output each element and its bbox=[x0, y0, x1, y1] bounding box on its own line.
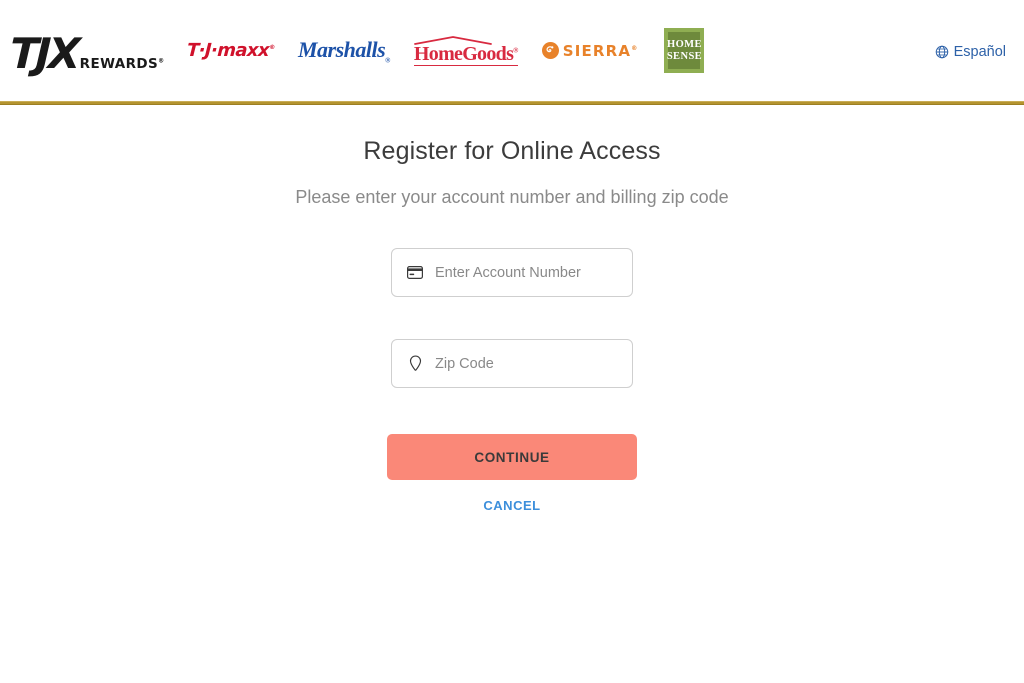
location-pin-glyph bbox=[409, 355, 421, 371]
homesense-wordmark: HOME SENSE bbox=[666, 32, 703, 69]
sierra-wordmark: SIERRA® bbox=[562, 41, 639, 60]
zip-code-field[interactable] bbox=[391, 339, 633, 388]
page-title: Register for Online Access bbox=[363, 137, 661, 165]
account-number-input[interactable] bbox=[435, 264, 618, 281]
tjx-rewards-wordmark: REWARDS® bbox=[79, 55, 165, 72]
tjx-logo-mark: TJX bbox=[9, 28, 79, 78]
marshalls-trademark: ® bbox=[385, 56, 390, 65]
language-toggle-espanol[interactable]: Español bbox=[935, 44, 1006, 60]
tjx-trademark: ® bbox=[158, 57, 165, 64]
marshalls-logo: Marshalls® bbox=[298, 37, 390, 64]
account-number-field[interactable] bbox=[391, 248, 633, 297]
sierra-bear-icon bbox=[541, 42, 559, 59]
credit-card-icon bbox=[406, 264, 424, 282]
sierra-bear-glyph bbox=[546, 45, 554, 52]
continue-button[interactable]: CONTINUE bbox=[387, 434, 637, 480]
zip-code-input[interactable] bbox=[435, 355, 618, 372]
page-subtitle: Please enter your account number and bil… bbox=[295, 187, 729, 207]
sierra-logo: SIERRA® bbox=[541, 41, 639, 60]
location-pin-icon bbox=[406, 355, 424, 373]
homegoods-wordmark: HomeGoods® bbox=[413, 43, 518, 66]
language-toggle-label: Español bbox=[953, 44, 1006, 60]
globe-icon bbox=[935, 45, 948, 59]
credit-card-glyph bbox=[407, 266, 423, 279]
tjx-rewards-logo: TJX REWARDS® bbox=[9, 28, 165, 78]
brand-logos: TJX REWARDS® T·J·mаxx® Marshalls® HomeGo… bbox=[9, 28, 705, 78]
sierra-trademark: ® bbox=[631, 44, 639, 52]
homesense-line-1: HOME bbox=[667, 38, 702, 50]
homegoods-roof-icon bbox=[414, 36, 492, 45]
homegoods-trademark: ® bbox=[513, 46, 518, 55]
homesense-line-2: SENSE bbox=[666, 50, 703, 62]
marshalls-wordmark: Marshalls bbox=[297, 36, 386, 62]
tj-maxx-wordmark: T·J·mаxx bbox=[186, 40, 270, 61]
tj-maxx-trademark: ® bbox=[268, 44, 275, 51]
homegoods-logo: HomeGoods® bbox=[413, 35, 518, 66]
site-header: TJX REWARDS® T·J·mаxx® Marshalls® HomeGo… bbox=[0, 0, 1024, 101]
form-fields bbox=[391, 248, 633, 388]
registration-form: CONTINUE CANCEL bbox=[387, 208, 637, 513]
header-logo-strip: TJX REWARDS® T·J·mаxx® Marshalls® HomeGo… bbox=[0, 0, 1024, 101]
cancel-link[interactable]: CANCEL bbox=[483, 498, 540, 513]
homesense-logo: HOME SENSE bbox=[664, 28, 705, 73]
registration-page: Register for Online Access Please enter … bbox=[0, 105, 1024, 513]
tj-maxx-logo: T·J·mаxx® bbox=[186, 40, 274, 61]
